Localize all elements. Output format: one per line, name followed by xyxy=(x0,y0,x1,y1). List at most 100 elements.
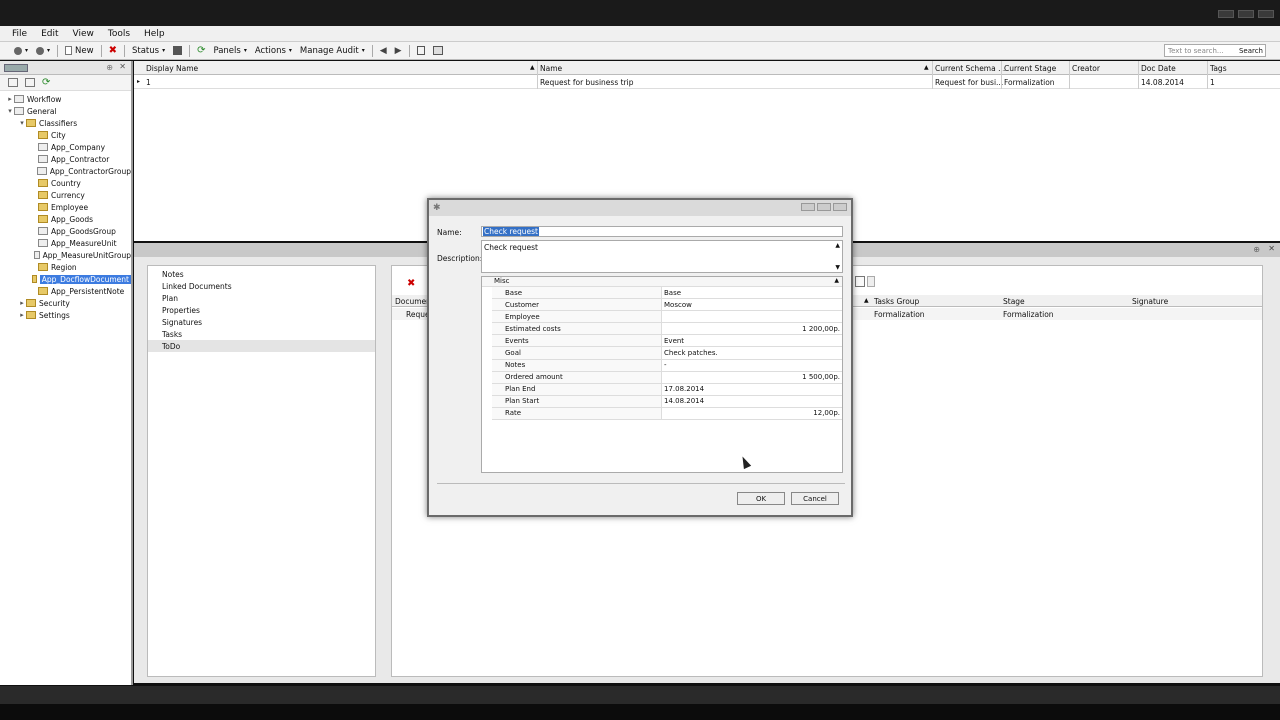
table-row[interactable]: ▸ 1 Request for business trip Request fo… xyxy=(134,76,1280,89)
section-item[interactable]: Notes xyxy=(148,268,375,280)
ok-button[interactable]: OK xyxy=(737,492,785,505)
new-button[interactable]: New xyxy=(61,46,98,56)
expand-arrow-icon[interactable]: ▾ xyxy=(18,119,26,127)
column-current-schema[interactable]: Current Schema ... xyxy=(935,64,1005,73)
dialog-maximize-button[interactable] xyxy=(817,203,831,211)
name-field[interactable]: Check request xyxy=(481,226,843,237)
menu-file[interactable]: File xyxy=(6,29,33,39)
search-box[interactable]: Text to search... Search xyxy=(1164,44,1266,57)
search-input[interactable]: Text to search... xyxy=(1168,47,1224,55)
property-category[interactable]: Misc ▲ xyxy=(482,277,842,287)
scroll-up-icon[interactable]: ▲ xyxy=(835,242,840,249)
tree-item[interactable]: App_DocflowDocument xyxy=(0,273,131,285)
export-button[interactable] xyxy=(413,46,429,55)
expand-arrow-icon[interactable]: ▾ xyxy=(6,107,14,115)
pin-icon[interactable]: ⊕ xyxy=(106,63,113,72)
options-icon[interactable] xyxy=(867,276,875,287)
tree-item[interactable]: ▾ General xyxy=(0,105,131,117)
tree-item[interactable]: App_Contractor xyxy=(0,153,131,165)
property-row[interactable]: Plan Start 14.08.2014 xyxy=(492,395,842,408)
detail-pin-icon[interactable]: ⊕ xyxy=(1253,245,1260,254)
property-value[interactable]: 12,00р. xyxy=(662,409,842,417)
panel-tab[interactable] xyxy=(4,64,28,72)
cancel-button[interactable]: Cancel xyxy=(791,492,839,505)
refresh-tree-icon[interactable]: ⟳ xyxy=(42,77,50,88)
tree-item[interactable]: App_MeasureUnitGroup xyxy=(0,249,131,261)
column-current-stage[interactable]: Current Stage xyxy=(1004,64,1056,73)
menu-view[interactable]: View xyxy=(67,29,100,39)
tree-item[interactable]: ▸ Security xyxy=(0,297,131,309)
column-signature[interactable]: Signature xyxy=(1132,297,1168,306)
property-row[interactable]: Base Base xyxy=(492,287,842,300)
minimize-button[interactable] xyxy=(1218,10,1234,18)
status-button[interactable]: Status ▾ xyxy=(128,46,169,56)
section-item[interactable]: Properties xyxy=(148,304,375,316)
expand-arrow-icon[interactable]: ▸ xyxy=(6,95,14,103)
column-display-name[interactable]: Display Name xyxy=(146,64,198,73)
tree-item[interactable]: Country xyxy=(0,177,131,189)
expand-arrow-icon[interactable]: ▸ xyxy=(18,299,26,307)
expand-arrow-icon[interactable]: ▸ xyxy=(18,311,26,319)
column-stage[interactable]: Stage xyxy=(1003,297,1025,306)
property-row[interactable]: Employee xyxy=(492,311,842,324)
property-value[interactable]: Base xyxy=(662,289,842,297)
section-item[interactable]: Linked Documents xyxy=(148,280,375,292)
search-button[interactable]: Search xyxy=(1239,47,1263,55)
close-panel-icon[interactable]: ✕ xyxy=(119,62,126,71)
column-tasks-group[interactable]: Tasks Group xyxy=(874,297,919,306)
tree-item[interactable]: Employee xyxy=(0,201,131,213)
column-tags[interactable]: Tags xyxy=(1210,64,1227,73)
panels-button[interactable]: Panels ▾ xyxy=(209,46,250,56)
property-row[interactable]: Ordered amount 1 500,00р. xyxy=(492,371,842,384)
property-row[interactable]: Estimated costs 1 200,00р. xyxy=(492,323,842,336)
tree-item[interactable]: App_ContractorGroup xyxy=(0,165,131,177)
collapse-category-icon[interactable]: ▲ xyxy=(834,277,839,284)
column-creator[interactable]: Creator xyxy=(1072,64,1100,73)
property-value[interactable]: Check patches. xyxy=(662,349,842,357)
collapse-all-icon[interactable] xyxy=(25,78,35,87)
save-button[interactable] xyxy=(169,46,186,55)
tree-item[interactable]: City xyxy=(0,129,131,141)
property-value[interactable]: 1 500,00р. xyxy=(662,373,842,381)
menu-help[interactable]: Help xyxy=(138,29,171,39)
section-item[interactable]: Signatures xyxy=(148,316,375,328)
description-field[interactable]: Check request ▲ ▼ xyxy=(481,240,843,273)
tree-item[interactable]: ▸ Settings xyxy=(0,309,131,321)
expand-all-icon[interactable] xyxy=(8,78,18,87)
refresh-button[interactable]: ⟳ xyxy=(193,45,209,56)
section-item[interactable]: Plan xyxy=(148,292,375,304)
section-item[interactable]: Tasks xyxy=(148,328,375,340)
property-row[interactable]: Customer Moscow xyxy=(492,299,842,312)
column-doc-date[interactable]: Doc Date xyxy=(1141,64,1176,73)
dialog-minimize-button[interactable] xyxy=(801,203,815,211)
dialog-close-button[interactable] xyxy=(833,203,847,211)
property-value[interactable]: 1 200,00р. xyxy=(662,325,842,333)
tree-item[interactable]: App_Company xyxy=(0,141,131,153)
actions-button[interactable]: Actions ▾ xyxy=(251,46,296,56)
tree-item[interactable]: App_MeasureUnit xyxy=(0,237,131,249)
property-value[interactable]: 17.08.2014 xyxy=(662,385,842,393)
print-button[interactable] xyxy=(429,46,447,55)
property-row[interactable]: Plan End 17.08.2014 xyxy=(492,383,842,396)
property-value[interactable]: Event xyxy=(662,337,842,345)
menu-edit[interactable]: Edit xyxy=(35,29,64,39)
column-name[interactable]: Name xyxy=(540,64,562,73)
forward-button[interactable]: ▾ xyxy=(32,46,54,55)
property-row[interactable]: Rate 12,00р. xyxy=(492,407,842,421)
section-item[interactable]: ToDo xyxy=(148,340,375,352)
previous-button[interactable]: ◀ xyxy=(376,46,391,56)
delete-task-icon[interactable]: ✖ xyxy=(407,278,415,289)
property-row[interactable]: Goal Check patches. xyxy=(492,347,842,360)
tree-item[interactable]: Region xyxy=(0,261,131,273)
back-button[interactable]: ▾ xyxy=(10,46,32,55)
menu-tools[interactable]: Tools xyxy=(102,29,136,39)
detail-close-icon[interactable]: ✕ xyxy=(1268,244,1275,253)
tree-item[interactable]: App_Goods xyxy=(0,213,131,225)
tree-item[interactable]: App_GoodsGroup xyxy=(0,225,131,237)
next-button[interactable]: ▶ xyxy=(391,46,406,56)
tree-item[interactable]: App_PersistentNote xyxy=(0,285,131,297)
property-value[interactable]: 14.08.2014 xyxy=(662,397,842,405)
tree-item[interactable]: ▸ Workflow xyxy=(0,93,131,105)
manage-audit-button[interactable]: Manage Audit ▾ xyxy=(296,46,369,56)
edit-icon[interactable] xyxy=(855,276,865,287)
